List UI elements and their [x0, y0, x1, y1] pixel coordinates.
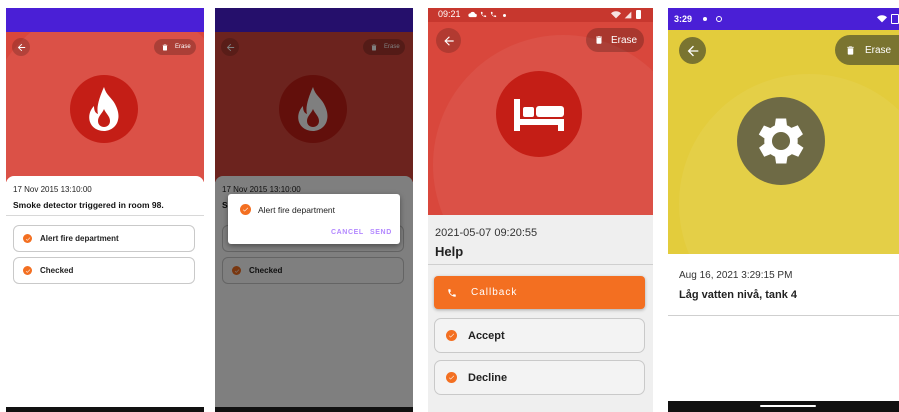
wifi-icon	[611, 11, 621, 19]
action-alert-fire-department[interactable]: Alert fire department	[13, 225, 195, 252]
action-label: Accept	[468, 329, 505, 342]
alarm-header: Erase	[428, 22, 653, 215]
phone-icon	[480, 11, 487, 18]
phone-icon	[490, 11, 497, 18]
alarm-screen-tank: 3:29 Erase Aug 16, 2021 3:29:15 PM Låg v…	[668, 8, 899, 412]
home-indicator[interactable]	[760, 405, 816, 407]
back-button[interactable]	[12, 38, 30, 56]
notification-dot-icon	[503, 14, 506, 17]
trash-icon	[847, 45, 854, 55]
erase-label: Erase	[865, 44, 892, 56]
battery-icon	[891, 14, 899, 24]
alarm-timestamp: 17 Nov 2015 13:10:00	[13, 185, 92, 194]
navigation-bar	[668, 401, 899, 412]
arrow-left-icon	[687, 45, 698, 56]
alarm-screen-fire-dialog: Erase 17 Nov 2015 13:10:00 S Checked Ale	[215, 8, 413, 412]
back-button[interactable]	[679, 37, 706, 64]
alarm-title: Låg vatten nivå, tank 4	[679, 289, 797, 301]
notification-icon	[703, 17, 707, 21]
wifi-icon	[877, 15, 887, 23]
action-checked[interactable]: Checked	[13, 257, 195, 284]
alarm-detail-sheet: 2021-05-07 09:20:55 Help Callback Accept…	[428, 215, 653, 412]
check-circle-icon	[23, 266, 32, 275]
bed-icon	[514, 99, 564, 131]
erase-button[interactable]: Erase	[154, 39, 196, 55]
cloud-icon	[468, 11, 477, 18]
alarm-type-badge	[70, 75, 138, 143]
notification-icon	[716, 16, 722, 22]
screenshot-stage: Erase 17 Nov 2015 13:10:00 Smoke detecto…	[0, 0, 899, 412]
sheet-divider	[6, 215, 204, 216]
alarm-type-badge	[737, 97, 825, 185]
navigation-bar	[6, 407, 204, 412]
sheet-divider	[668, 315, 899, 316]
alarm-header: Erase	[6, 32, 204, 182]
confirm-dialog: Alert fire department CANCEL SEND	[228, 194, 400, 244]
dialog-option[interactable]: Alert fire department	[240, 204, 335, 215]
action-label: Alert fire department	[40, 234, 119, 243]
erase-button[interactable]: Erase	[835, 35, 899, 65]
callback-button[interactable]: Callback	[434, 276, 645, 309]
trash-icon	[162, 44, 168, 50]
check-circle-icon	[23, 234, 32, 243]
action-label: Checked	[40, 266, 74, 275]
alarm-timestamp: Aug 16, 2021 3:29:15 PM	[679, 270, 793, 281]
battery-icon	[636, 10, 641, 19]
check-circle-icon	[240, 204, 251, 215]
action-decline[interactable]: Decline	[434, 360, 645, 395]
status-bar: 09:21	[428, 8, 653, 22]
erase-label: Erase	[611, 34, 638, 46]
alarm-screen-help: 09:21 Erase 2021-05-07 09:20:55 Help Cal…	[428, 8, 653, 412]
alarm-type-badge	[496, 71, 582, 157]
sheet-divider	[428, 264, 653, 265]
callback-label: Callback	[471, 287, 518, 298]
alarm-timestamp: 2021-05-07 09:20:55	[435, 227, 538, 239]
arrow-left-icon	[17, 43, 25, 51]
action-label: Decline	[468, 371, 508, 384]
alarm-title: Help	[435, 244, 464, 259]
alarm-detail-sheet: Aug 16, 2021 3:29:15 PM Låg vatten nivå,…	[668, 254, 899, 412]
navigation-bar	[215, 407, 413, 412]
fire-icon	[89, 87, 119, 131]
erase-label: Erase	[175, 44, 191, 50]
erase-button[interactable]: Erase	[586, 28, 644, 52]
arrow-left-icon	[443, 35, 454, 46]
check-circle-icon	[446, 330, 457, 341]
check-circle-icon	[446, 372, 457, 383]
status-bar	[6, 8, 204, 32]
send-button[interactable]: SEND	[370, 229, 392, 236]
dialog-option-label: Alert fire department	[258, 204, 336, 215]
status-time: 09:21	[438, 9, 461, 19]
phone-icon	[448, 288, 456, 297]
trash-icon	[596, 36, 602, 44]
alarm-detail-sheet: 17 Nov 2015 13:10:00 Smoke detector trig…	[6, 176, 204, 412]
alarm-title: Smoke detector triggered in room 98.	[13, 200, 164, 210]
back-button[interactable]	[436, 28, 461, 53]
action-accept[interactable]: Accept	[434, 318, 645, 353]
status-time: 3:29	[674, 14, 693, 24]
alarm-screen-fire: Erase 17 Nov 2015 13:10:00 Smoke detecto…	[6, 8, 204, 412]
status-bar: 3:29	[668, 8, 899, 30]
alarm-header: Erase	[668, 30, 899, 254]
gear-icon	[758, 118, 804, 164]
cancel-button[interactable]: CANCEL	[331, 229, 364, 236]
signal-icon	[624, 11, 632, 19]
